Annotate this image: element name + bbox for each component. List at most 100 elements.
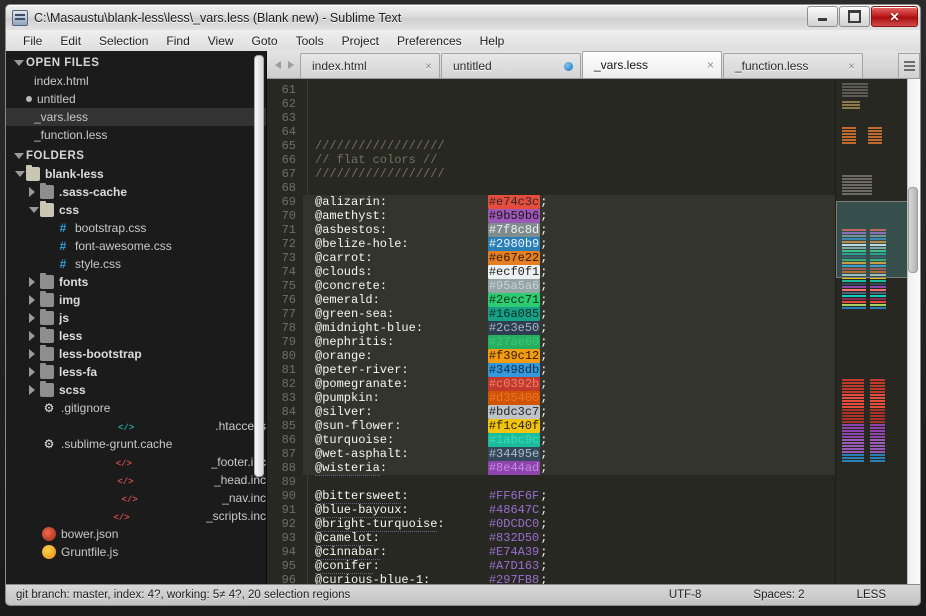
code-line[interactable]: @camelot: #832D50; [303,531,835,545]
chevron-right-icon[interactable] [28,329,40,343]
code-line[interactable] [303,475,835,489]
minimize-button[interactable] [807,6,838,27]
folders-header[interactable]: FOLDERS [6,147,266,165]
forward-arrow-icon[interactable] [288,61,294,69]
tree-item[interactable]: less-bootstrap [6,345,266,363]
tree-item[interactable]: Gruntfile.js [6,543,266,561]
code-line[interactable]: ////////////////// [303,139,835,153]
code-line[interactable]: @orange: #f39c12; [303,349,835,363]
tree-item[interactable]: scss [6,381,266,399]
open-file-item[interactable]: index.html [6,72,266,90]
chevron-right-icon[interactable] [28,347,40,361]
menu-item-goto[interactable]: Goto [243,32,287,50]
tree-item[interactable]: less-fa [6,363,266,381]
code-line[interactable] [303,97,835,111]
chevron-right-icon[interactable] [28,275,40,289]
chevron-down-icon[interactable] [28,203,40,217]
tree-item[interactable]: fonts [6,273,266,291]
close-button[interactable]: ✕ [871,6,918,27]
menu-item-project[interactable]: Project [333,32,388,50]
encoding-status[interactable]: UTF-8 [643,589,728,601]
tree-item[interactable]: css [6,201,266,219]
code-line[interactable]: @emerald: #2ecc71; [303,293,835,307]
code-line[interactable]: @alizarin: #e74c3c; [303,195,835,209]
code-line[interactable]: @carrot: #e67e22; [303,251,835,265]
tab-index-html[interactable]: index.html× [300,53,440,78]
chevron-right-icon[interactable] [28,365,40,379]
code-line[interactable]: @sun-flower: #f1c40f; [303,419,835,433]
tree-item[interactable]: less [6,327,266,345]
code-line[interactable] [303,83,835,97]
code-line[interactable]: @silver: #bdc3c7; [303,405,835,419]
tree-item[interactable]: #font-awesome.css [6,237,266,255]
editor-scrollbar-track[interactable] [907,79,920,584]
menu-item-tools[interactable]: Tools [287,32,333,50]
code-line[interactable]: @amethyst: #9b59b6; [303,209,835,223]
tab--function-less[interactable]: _function.less× [723,53,863,78]
tree-item[interactable]: </>_scripts.inc [6,507,266,525]
chevron-down-icon[interactable] [14,167,26,181]
tab-close-icon[interactable]: × [425,60,432,72]
code-line[interactable]: // flat colors // [303,153,835,167]
code-line[interactable]: ////////////////// [303,167,835,181]
code-line[interactable] [303,111,835,125]
menu-item-view[interactable]: View [199,32,243,50]
tab-close-icon[interactable]: × [848,60,855,72]
tab--vars-less[interactable]: _vars.less× [582,51,722,78]
code-line[interactable]: @blue-bayoux: #48647C; [303,503,835,517]
menu-item-selection[interactable]: Selection [90,32,157,50]
code-line[interactable]: @peter-river: #3498db; [303,363,835,377]
tab-untitled[interactable]: untitled [441,53,581,78]
syntax-status[interactable]: LESS [831,589,920,601]
code-line[interactable]: @bittersweet: #FF6F6F; [303,489,835,503]
code-line[interactable]: @bright-turquoise: #0DCDC0; [303,517,835,531]
code-line[interactable]: @asbestos: #7f8c8d; [303,223,835,237]
open-files-header[interactable]: OPEN FILES [6,54,266,72]
code-line[interactable]: @conifer: #A7D163; [303,559,835,573]
tree-item[interactable]: ⚙.gitignore [6,399,266,417]
code-line[interactable] [303,125,835,139]
tree-item[interactable]: bower.json [6,525,266,543]
chevron-right-icon[interactable] [28,383,40,397]
tree-item[interactable]: .sass-cache [6,183,266,201]
menu-item-file[interactable]: File [14,32,51,50]
chevron-right-icon[interactable] [28,293,40,307]
chevron-right-icon[interactable] [28,311,40,325]
tree-item[interactable]: #style.css [6,255,266,273]
code-line[interactable]: @pumpkin: #d35400; [303,391,835,405]
tree-item[interactable]: js [6,309,266,327]
back-arrow-icon[interactable] [275,61,281,69]
code-line[interactable]: @midnight-blue: #2c3e50; [303,321,835,335]
code-line[interactable]: @green-sea: #16a085; [303,307,835,321]
menu-item-edit[interactable]: Edit [51,32,90,50]
tree-item[interactable]: </>_head.inc [6,471,266,489]
tree-item[interactable]: </>_footer.inc [6,453,266,471]
code-line[interactable]: @pomegranate: #c0392b; [303,377,835,391]
sidebar-scrollbar-thumb[interactable] [254,55,264,477]
editor-scrollbar-thumb[interactable] [908,187,918,273]
indentation-status[interactable]: Spaces: 2 [727,589,830,601]
menu-item-preferences[interactable]: Preferences [388,32,471,50]
tree-item[interactable]: ⚙.sublime-grunt.cache [6,435,266,453]
code-line[interactable]: @nephritis: #27ae60; [303,335,835,349]
tree-item[interactable]: blank-less [6,165,266,183]
code-line[interactable]: @clouds: #ecf0f1; [303,265,835,279]
code-line[interactable]: @concrete: #95a5a6; [303,279,835,293]
chevron-right-icon[interactable] [28,185,40,199]
tab-modified-icon[interactable] [564,62,573,71]
open-file-item[interactable]: _vars.less [6,108,266,126]
tree-item[interactable]: </>_nav.inc [6,489,266,507]
tab-close-icon[interactable]: × [707,59,714,71]
code-line[interactable] [303,181,835,195]
tree-item[interactable]: img [6,291,266,309]
code-line[interactable]: @turquoise: #1abc9c; [303,433,835,447]
menu-item-help[interactable]: Help [471,32,514,50]
code-text[interactable]: //////////////////// flat colors ///////… [303,79,835,584]
tree-item[interactable]: #bootstrap.css [6,219,266,237]
open-file-item[interactable]: untitled [6,90,266,108]
code-line[interactable]: @wisteria: #8e44ad; [303,461,835,475]
open-file-item[interactable]: _function.less [6,126,266,144]
maximize-button[interactable] [839,6,870,27]
menu-item-find[interactable]: Find [157,32,198,50]
code-line[interactable]: @wet-asphalt: #34495e; [303,447,835,461]
